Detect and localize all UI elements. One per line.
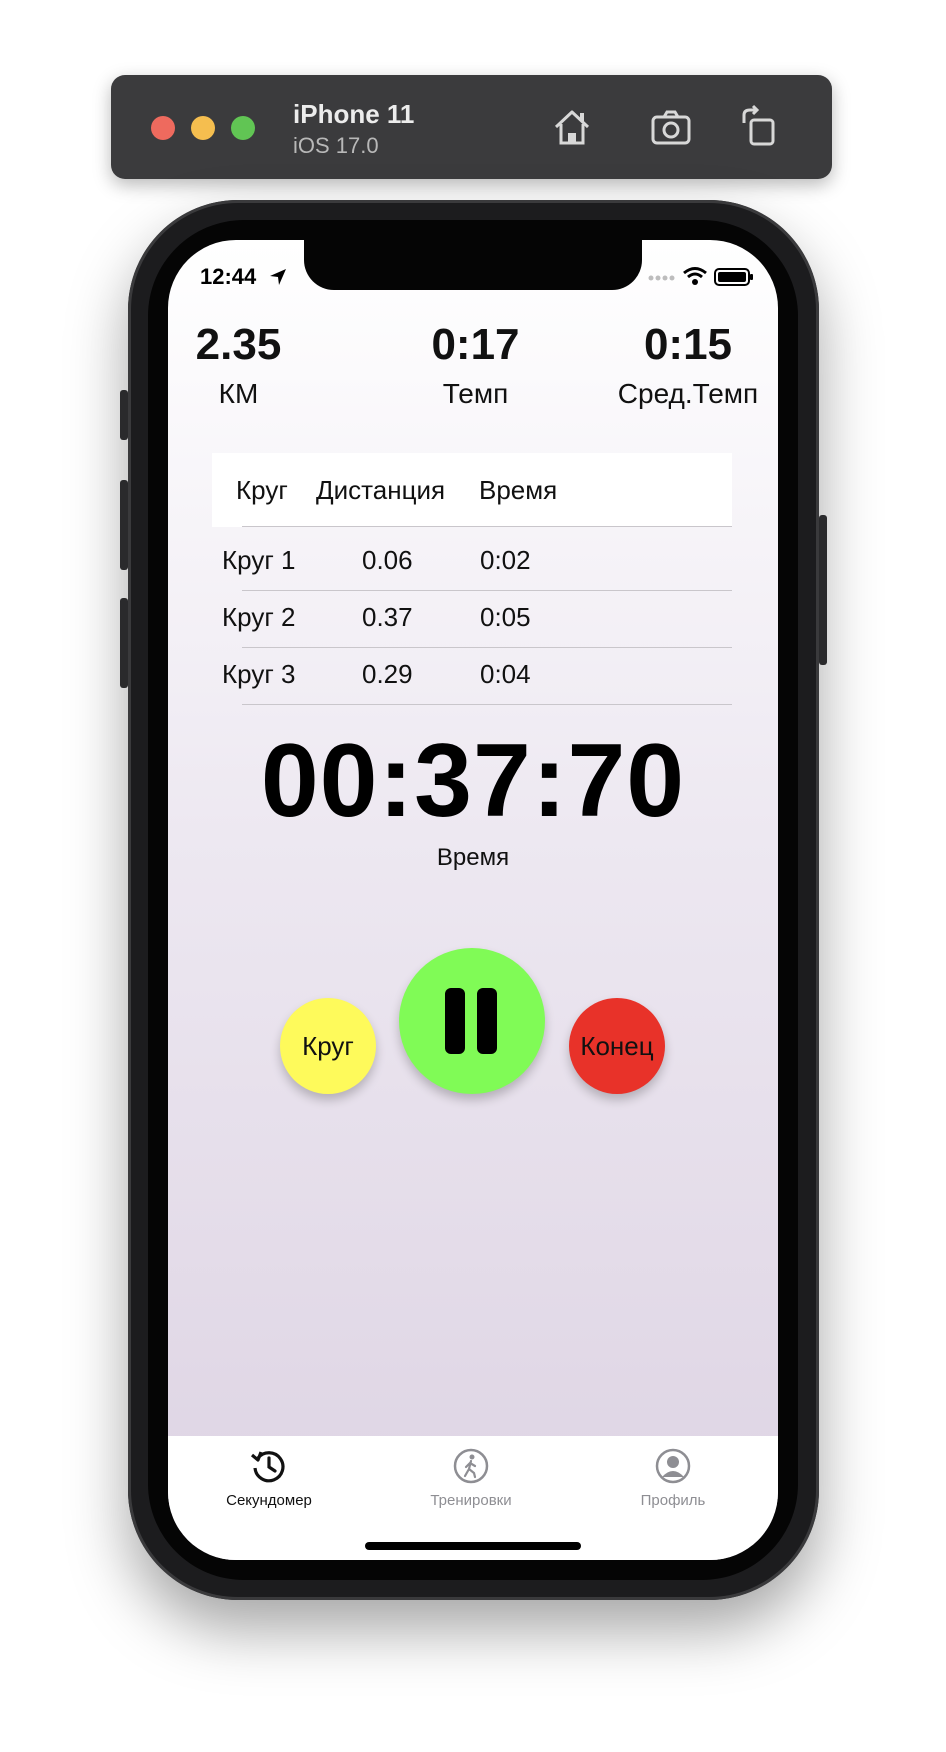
home-indicator[interactable]: [365, 1542, 581, 1550]
lap-button-label: Круг: [302, 1030, 354, 1061]
pause-icon-right-bar: [477, 988, 497, 1054]
lap-time: 0:04: [480, 659, 531, 689]
tab-profile[interactable]: Профиль: [583, 1446, 763, 1509]
battery-icon: [714, 268, 753, 286]
tab-stopwatch[interactable]: Секундомер: [179, 1446, 359, 1509]
stopwatch-time: 00:37:70: [260, 723, 686, 839]
volume-down-button: [120, 598, 128, 688]
pace-stat: 0:17 Темп: [388, 320, 563, 410]
lap-distance: 0.37: [362, 602, 413, 632]
distance-value: 2.35: [195, 320, 282, 369]
tab-stopwatch-label: Секундомер: [226, 1492, 312, 1509]
tab-workouts-label: Тренировки: [430, 1492, 512, 1509]
status-time: 12:44: [200, 264, 257, 289]
pace-value: 0:17: [431, 320, 520, 369]
home-icon[interactable]: [548, 103, 596, 151]
tab-workouts[interactable]: Тренировки: [381, 1446, 561, 1509]
avg-pace-stat: 0:15 Сред.Темп: [608, 320, 768, 410]
lap-time: 0:02: [480, 545, 531, 575]
header-lap: Круг: [236, 475, 288, 505]
lap-time: 0:05: [480, 602, 531, 632]
app-screen: 12:44 2.35 КМ 0:17 Темп 0:15 Сред.Темп К…: [168, 240, 778, 1560]
simulator-title-bar: iPhone 11 iOS 17.0: [111, 75, 832, 179]
tab-profile-label: Профиль: [640, 1492, 706, 1509]
os-version: iOS 17.0: [293, 133, 379, 158]
power-button: [819, 515, 827, 665]
notch: [304, 240, 642, 290]
device-name: iPhone 11: [293, 99, 415, 129]
avg-pace-value: 0:15: [643, 320, 733, 369]
lap-name: Круг 1: [222, 545, 296, 575]
profile-icon: [655, 1448, 691, 1484]
zoom-window-button[interactable]: [231, 116, 255, 140]
lap-name: Круг 3: [222, 659, 296, 689]
header-distance: Дистанция: [316, 475, 446, 505]
header-time: Время: [479, 475, 558, 505]
stopwatch-history-icon: [250, 1451, 285, 1483]
end-button[interactable]: Конец: [569, 998, 665, 1094]
lap-distance: 0.29: [362, 659, 413, 689]
lap-distance: 0.06: [362, 545, 413, 575]
lap-name: Круг 2: [222, 602, 296, 632]
table-row[interactable]: Круг 1 0.06 0:02: [212, 527, 732, 591]
stopwatch-label: Время: [436, 844, 510, 871]
minimize-window-button[interactable]: [191, 116, 215, 140]
row-divider: [242, 704, 732, 705]
signal-icon: [648, 275, 675, 281]
laps-table-header: Круг Дистанция Время: [212, 453, 732, 527]
lap-button[interactable]: Круг: [280, 998, 376, 1094]
silent-switch: [120, 390, 128, 440]
end-button-label: Конец: [580, 1030, 654, 1061]
close-window-button[interactable]: [151, 116, 175, 140]
distance-label: КМ: [218, 378, 259, 409]
volume-up-button: [120, 480, 128, 570]
pause-button[interactable]: [399, 948, 545, 1094]
wifi-icon: [683, 267, 707, 285]
distance-stat: 2.35 КМ: [186, 320, 291, 410]
walking-person-icon: [453, 1448, 489, 1484]
screenshot-icon[interactable]: [647, 103, 695, 151]
pace-label: Темп: [442, 378, 509, 409]
rotate-icon[interactable]: [736, 103, 784, 151]
table-row[interactable]: Круг 3 0.29 0:04: [212, 641, 732, 705]
table-row[interactable]: Круг 2 0.37 0:05: [212, 584, 732, 648]
location-icon: [270, 269, 286, 285]
avg-pace-label: Сред.Темп: [617, 378, 759, 409]
pause-icon-left-bar: [445, 988, 465, 1054]
